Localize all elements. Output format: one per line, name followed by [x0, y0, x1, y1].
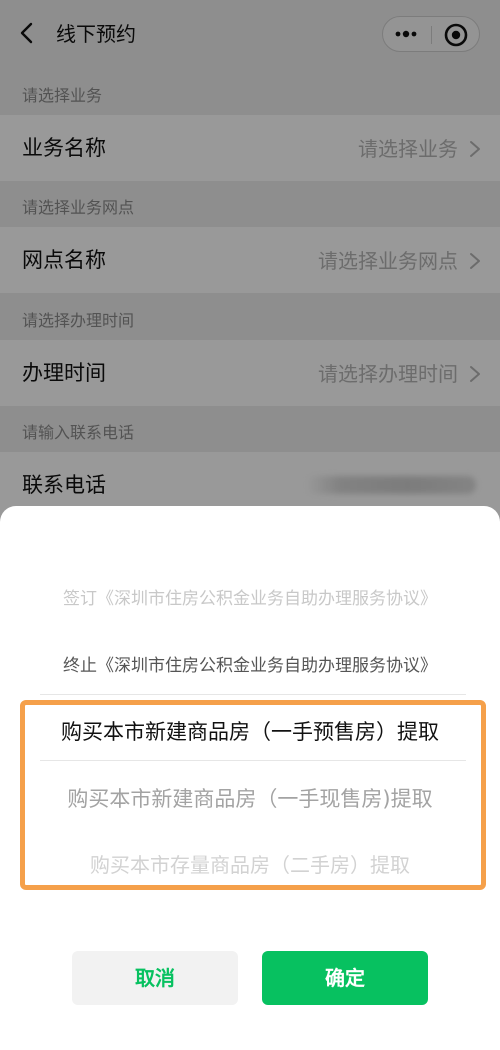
- picker-divider: [40, 694, 466, 695]
- confirm-button[interactable]: 确定: [262, 951, 428, 1005]
- business-picker-sheet: 签订《深圳市住房公积金业务自助办理服务协议》 终止《深圳市住房公积金业务自助办理…: [0, 506, 500, 1050]
- highlight-box: [20, 700, 486, 890]
- picker-option-terminate-agreement[interactable]: 终止《深圳市住房公积金业务自助办理服务协议》: [0, 651, 500, 676]
- picker-option-sign-agreement[interactable]: 签订《深圳市住房公积金业务自助办理服务协议》: [0, 584, 500, 609]
- cancel-button[interactable]: 取消: [72, 951, 238, 1005]
